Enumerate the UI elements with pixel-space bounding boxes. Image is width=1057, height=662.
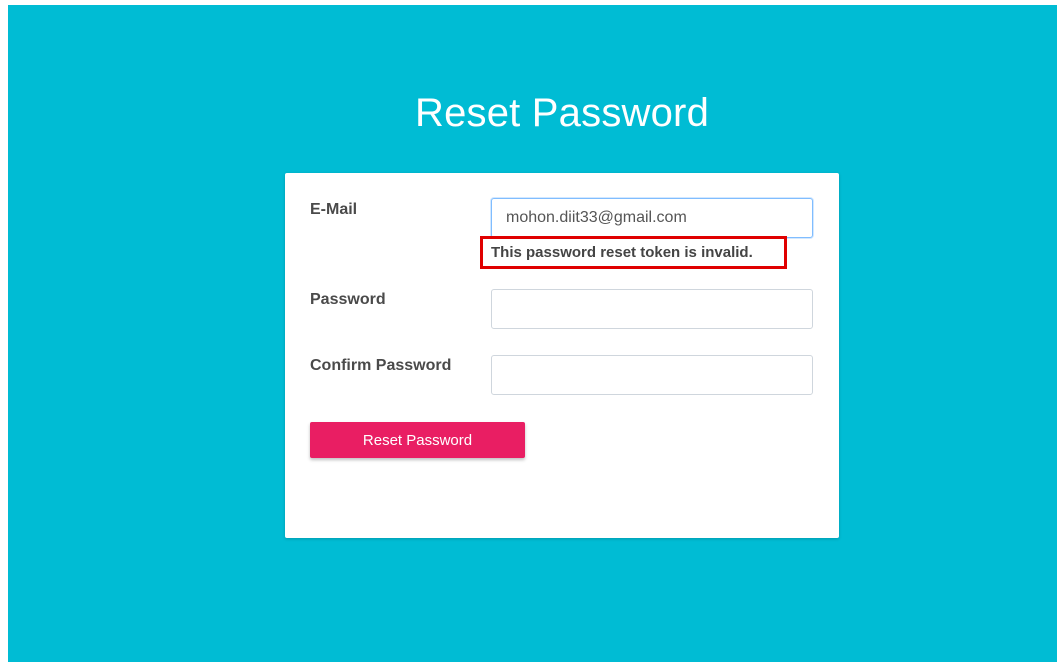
email-field-value: mohon.diit33@gmail.com [506, 209, 687, 226]
email-error-message: This password reset token is invalid. [491, 244, 753, 261]
reset-password-button[interactable]: Reset Password [310, 422, 525, 458]
reset-password-card: E-Mail mohon.diit33@gmail.com This passw… [285, 173, 839, 538]
email-field[interactable]: mohon.diit33@gmail.com [491, 198, 813, 238]
confirm-password-label: Confirm Password [310, 357, 452, 374]
password-field[interactable] [491, 289, 813, 329]
page-title: Reset Password [414, 91, 710, 135]
email-label: E-Mail [310, 201, 358, 218]
password-label: Password [310, 291, 386, 308]
confirm-password-field[interactable] [491, 355, 813, 395]
